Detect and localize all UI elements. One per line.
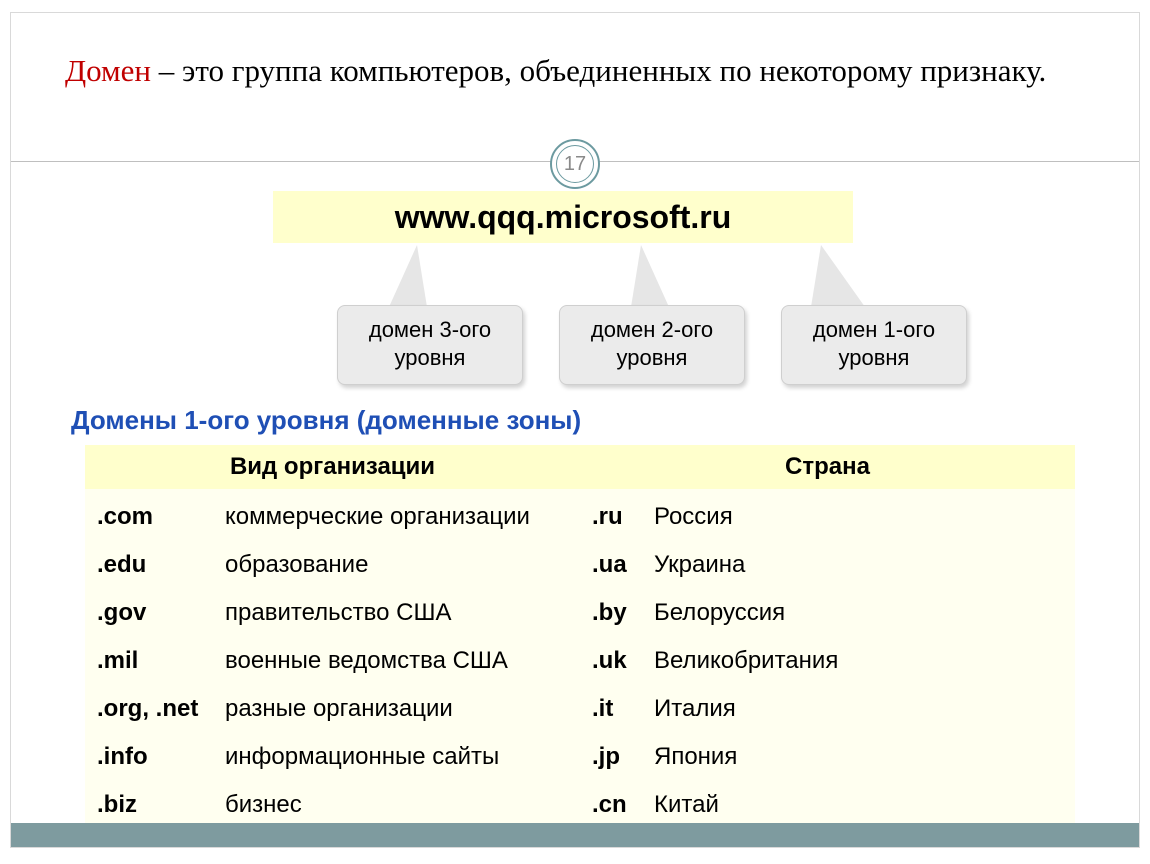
table-row: .comкоммерческие организации <box>95 493 570 541</box>
callout-level-1: домен 1-ого уровня <box>781 305 967 385</box>
table-col-org: .comкоммерческие организации .eduобразов… <box>85 489 580 843</box>
table-header-row: Вид организации Страна <box>85 445 1075 489</box>
bottom-accent-bar <box>11 823 1139 847</box>
table-row: .cnКитай <box>590 781 1065 829</box>
table-row: .ruРоссия <box>590 493 1065 541</box>
page-number: 17 <box>556 145 594 183</box>
table-row: .byБелоруссия <box>590 589 1065 637</box>
table-row: .govправительство США <box>95 589 570 637</box>
table-header-country: Страна <box>580 445 1075 489</box>
callout-level-3: домен 3-ого уровня <box>337 305 523 385</box>
page-number-badge: 17 <box>550 139 600 189</box>
definition-text: Домен – это группа компьютеров, объедине… <box>65 51 1095 91</box>
definition-rest: – это группа компьютеров, объединенных п… <box>151 53 1046 88</box>
example-url: www.qqq.microsoft.ru <box>273 191 853 243</box>
definition-keyword: Домен <box>65 53 151 88</box>
domains-table: Вид организации Страна .comкоммерческие … <box>85 445 1075 843</box>
callout-pointer-1 <box>811 245 865 307</box>
callout-level-2: домен 2-ого уровня <box>559 305 745 385</box>
table-row: .milвоенные ведомства США <box>95 637 570 685</box>
table-body: .comкоммерческие организации .eduобразов… <box>85 489 1075 843</box>
table-header-org: Вид организации <box>85 445 580 489</box>
table-row: .org, .netразные организации <box>95 685 570 733</box>
table-row: .uaУкраина <box>590 541 1065 589</box>
section-subtitle: Домены 1-ого уровня (доменные зоны) <box>71 405 581 436</box>
callout-pointer-2 <box>631 245 669 307</box>
table-row: .jpЯпония <box>590 733 1065 781</box>
table-row: .eduобразование <box>95 541 570 589</box>
table-row: .ukВеликобритания <box>590 637 1065 685</box>
table-col-country: .ruРоссия .uaУкраина .byБелоруссия .ukВе… <box>580 489 1075 843</box>
callout-pointer-3 <box>389 245 427 307</box>
table-row: .infoинформационные сайты <box>95 733 570 781</box>
table-row: .itИталия <box>590 685 1065 733</box>
table-row: .bizбизнес <box>95 781 570 829</box>
slide: Домен – это группа компьютеров, объедине… <box>10 12 1140 848</box>
